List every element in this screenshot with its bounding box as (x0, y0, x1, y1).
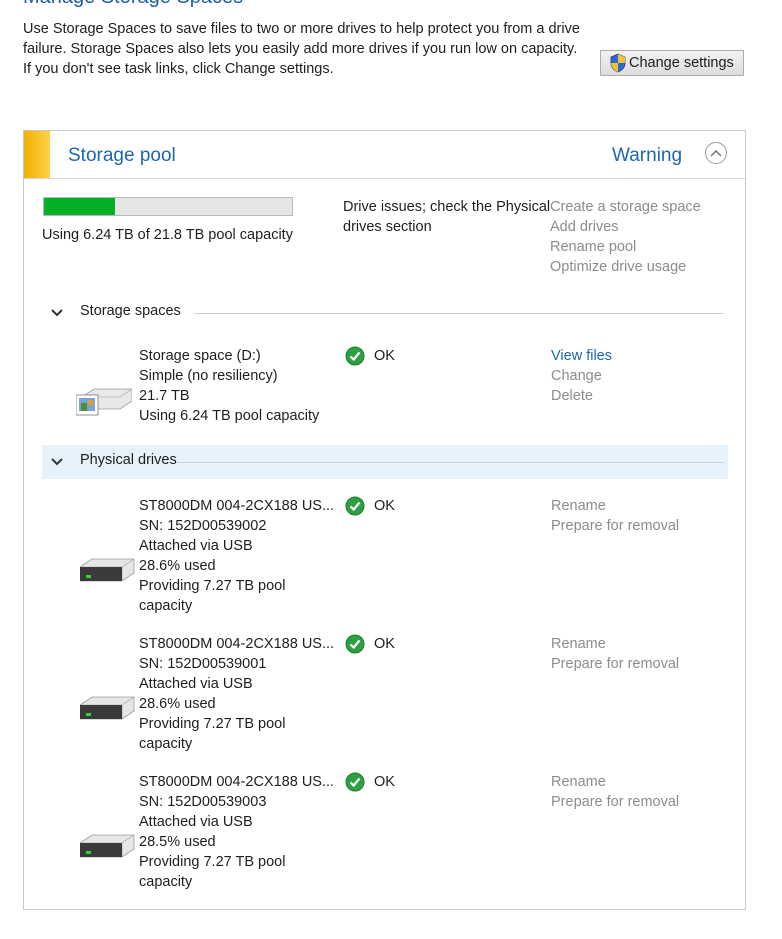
rename-drive-link[interactable]: Rename (551, 496, 606, 516)
change-settings-label: Change settings (629, 55, 734, 71)
pool-issue-line-1: Drive issues; check the Physical (343, 199, 551, 215)
rename-drive-link[interactable]: Rename (551, 634, 606, 654)
drive-used: 28.6% used (139, 696, 216, 712)
chevron-down-icon (51, 458, 63, 466)
change-settings-button[interactable]: Change settings (600, 50, 744, 76)
rename-pool-link[interactable]: Rename pool (550, 237, 636, 257)
pool-capacity-bar (43, 197, 293, 216)
drive-serial: SN: 152D00539003 (139, 794, 267, 810)
storage-pool-status: Warning (612, 145, 683, 166)
warning-stripe (24, 131, 50, 178)
drive-status: OK (374, 636, 395, 652)
pool-usage-text: Using 6.24 TB of 21.8 TB pool capacity (42, 227, 293, 243)
storage-spaces-label: Storage spaces (80, 303, 181, 319)
drive-name: ST8000DM 004-2CX188 US... (139, 498, 335, 514)
page-title: Manage Storage Spaces (23, 0, 243, 9)
page-description: Use Storage Spaces to save files to two … (23, 21, 580, 77)
drive-used: 28.6% used (139, 558, 216, 574)
hard-drive-icon (80, 834, 135, 858)
chevron-down-icon (51, 309, 63, 317)
storage-pool-header[interactable]: Storage pool Warning (24, 131, 745, 179)
drive-used: 28.5% used (139, 834, 216, 850)
prepare-removal-link[interactable]: Prepare for removal (551, 792, 679, 812)
storage-pool-panel: Storage pool Warning Using 6.24 TB of 21… (23, 130, 746, 910)
collapse-button[interactable] (705, 142, 727, 164)
physical-drives-section-header[interactable]: Physical drives (42, 445, 728, 479)
drive-connection: Attached via USB (139, 538, 253, 554)
drive-providing-cont: capacity (139, 874, 193, 890)
storage-pool-title: Storage pool (68, 145, 176, 166)
ok-check-icon (345, 772, 365, 792)
section-divider (176, 462, 724, 463)
shield-icon (610, 53, 626, 73)
storage-space-usage: Using 6.24 TB pool capacity (139, 408, 320, 424)
storage-space-status: OK (374, 348, 395, 364)
view-files-link[interactable]: View files (551, 346, 612, 366)
storage-space-size: 21.7 TB (139, 388, 190, 404)
prepare-removal-link[interactable]: Prepare for removal (551, 516, 679, 536)
rename-drive-link[interactable]: Rename (551, 772, 606, 792)
delete-space-link[interactable]: Delete (551, 386, 593, 406)
physical-drives-label: Physical drives (80, 452, 177, 468)
ok-check-icon (345, 496, 365, 516)
drive-providing: Providing 7.27 TB pool (139, 716, 286, 732)
drive-status: OK (374, 498, 395, 514)
storage-space-resiliency: Simple (no resiliency) (139, 368, 278, 384)
storage-space-drive-icon (76, 388, 132, 416)
drive-name: ST8000DM 004-2CX188 US... (139, 774, 335, 790)
storage-spaces-section-header[interactable]: Storage spaces (42, 296, 728, 330)
section-divider (194, 313, 724, 314)
change-space-link[interactable]: Change (551, 366, 602, 386)
drive-providing: Providing 7.27 TB pool (139, 854, 286, 870)
collapse-chevron-up-icon (710, 150, 722, 157)
hard-drive-icon (80, 558, 135, 582)
create-storage-space-link[interactable]: Create a storage space (550, 197, 701, 217)
ok-check-icon (345, 634, 365, 654)
drive-status: OK (374, 774, 395, 790)
add-drives-link[interactable]: Add drives (550, 217, 619, 237)
hard-drive-icon (80, 696, 135, 720)
drive-serial: SN: 152D00539002 (139, 518, 267, 534)
drive-name: ST8000DM 004-2CX188 US... (139, 636, 335, 652)
ok-check-icon (345, 346, 365, 366)
drive-connection: Attached via USB (139, 676, 253, 692)
drive-providing: Providing 7.27 TB pool (139, 578, 286, 594)
drive-serial: SN: 152D00539001 (139, 656, 267, 672)
drive-providing-cont: capacity (139, 736, 193, 752)
storage-space-name: Storage space (D:) (139, 348, 261, 364)
optimize-drive-usage-link[interactable]: Optimize drive usage (550, 257, 686, 277)
prepare-removal-link[interactable]: Prepare for removal (551, 654, 679, 674)
pool-issue-line-2: drives section (343, 219, 432, 235)
drive-connection: Attached via USB (139, 814, 253, 830)
drive-providing-cont: capacity (139, 598, 193, 614)
pool-capacity-fill (44, 198, 115, 215)
